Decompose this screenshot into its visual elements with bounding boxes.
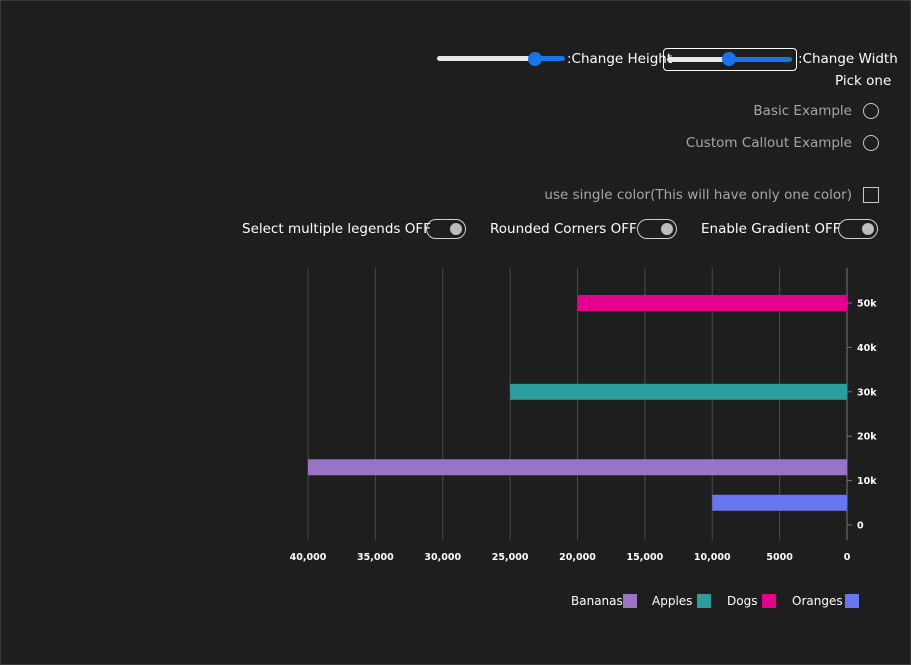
legend-label-apples[interactable]: Apples — [652, 594, 692, 608]
legend-swatch-oranges[interactable] — [845, 594, 859, 608]
x-tick-label: 0 — [844, 552, 851, 563]
x-tick-label: 5000 — [766, 552, 793, 563]
y-tick-label: 10k — [857, 476, 877, 487]
y-tick-label: 30k — [857, 387, 877, 398]
x-tick-label: 40,000 — [290, 552, 327, 563]
bar-dogs[interactable] — [577, 295, 848, 311]
x-tick-label: 35,000 — [357, 552, 394, 563]
x-tick-label: 20,000 — [559, 552, 596, 563]
x-tick-label: 10,000 — [694, 552, 731, 563]
legend-swatch-apples[interactable] — [697, 594, 711, 608]
legend-swatch-dogs[interactable] — [762, 594, 776, 608]
x-axis-ticks: 40,000 35,000 30,000 25,000 20,000 15,000 10,0… — [290, 552, 851, 563]
y-tick-label: 50k — [857, 299, 877, 310]
x-tick-label: 25,000 — [492, 552, 529, 563]
y-tick-label: 40k — [857, 343, 877, 354]
bar-bananas[interactable] — [308, 459, 847, 476]
legend-label-dogs[interactable]: Dogs — [727, 594, 757, 608]
bar-oranges[interactable] — [712, 494, 847, 511]
bar-apples[interactable] — [510, 383, 847, 400]
y-tick-label: 20k — [857, 432, 877, 443]
y-tick-label: 0 — [857, 521, 864, 532]
x-tick-label: 15,000 — [627, 552, 664, 563]
horizontal-bar-chart: 40,000 35,000 30,000 25,000 20,000 15,000 10,0… — [290, 268, 877, 563]
y-axis-ticks: 0 10k 20k 30k 40k 50k — [847, 299, 877, 532]
x-tick-label: 30,000 — [424, 552, 461, 563]
legend-label-bananas[interactable]: Bananas — [571, 594, 623, 608]
legend-label-oranges[interactable]: Oranges — [792, 594, 843, 608]
legend-swatch-bananas[interactable] — [623, 594, 637, 608]
